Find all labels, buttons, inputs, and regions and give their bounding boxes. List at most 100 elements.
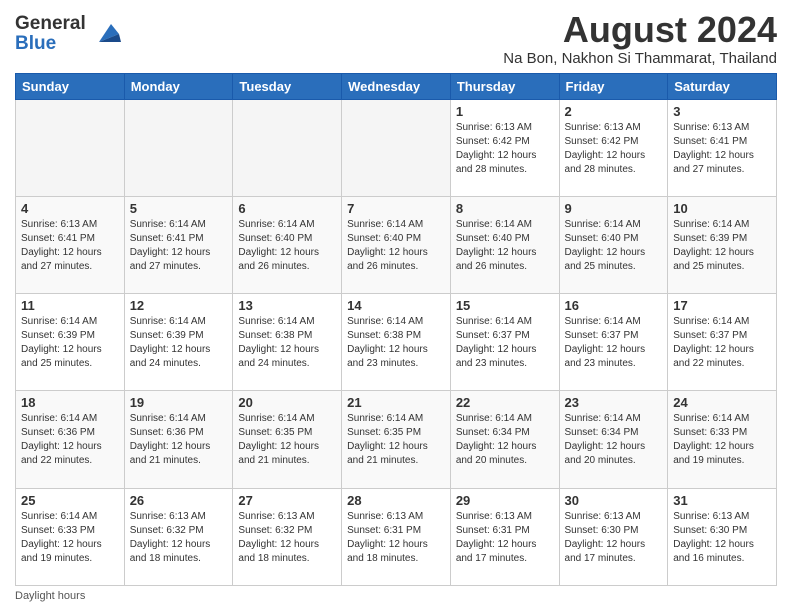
calendar-cell: 29Sunrise: 6:13 AM Sunset: 6:31 PM Dayli… — [450, 488, 559, 585]
day-number: 30 — [565, 493, 663, 508]
calendar-cell: 24 Sunrise: 6:14 AM Sunset: 6:33 PM Dayli… — [668, 391, 777, 488]
logo-blue: Blue — [15, 33, 56, 54]
week-row-1: 1Sunrise: 6:13 AM Sunset: 6:42 PM Daylig… — [16, 99, 777, 196]
calendar-cell: 5 Sunrise: 6:14 AM Sunset: 6:41 PM Daylig… — [124, 196, 233, 293]
header-friday: Friday — [559, 73, 668, 99]
logo: General Blue — [15, 14, 121, 54]
day-number: 5 — [130, 201, 228, 216]
day-number: 31 — [673, 493, 771, 508]
calendar-cell: 6 Sunrise: 6:14 AM Sunset: 6:40 PM Daylig… — [233, 196, 342, 293]
calendar-cell: 11 Sunrise: 6:14 AM Sunset: 6:39 PM Dayli… — [16, 294, 125, 391]
header-thursday: Thursday — [450, 73, 559, 99]
calendar-cell: 16 Sunrise: 6:14 AM Sunset: 6:37 PM Dayli… — [559, 294, 668, 391]
calendar-cell: 19 Sunrise: 6:14 AM Sunset: 6:36 PM Dayli… — [124, 391, 233, 488]
day-info: Sunrise: 6:14 AM Sunset: 6:37 PM Dayligh… — [673, 315, 771, 371]
calendar-cell — [16, 99, 125, 196]
day-number: 2 — [565, 104, 663, 119]
day-number: 8 — [456, 201, 554, 216]
calendar-cell: 27 Sunrise: 6:13 AM Sunset: 6:32 PM Dayli… — [233, 488, 342, 585]
day-number: 10 — [673, 201, 771, 216]
day-number: 16 — [565, 298, 663, 313]
day-number: 21 — [347, 395, 445, 410]
day-info: Sunrise: 6:14 AM Sunset: 6:35 PM Dayligh… — [347, 412, 445, 468]
day-number: 12 — [130, 298, 228, 313]
day-info: Sunrise: 6:14 AM Sunset: 6:38 PM Dayligh… — [347, 315, 445, 371]
footer-note: Daylight hours — [15, 590, 777, 602]
header-monday: Monday — [124, 73, 233, 99]
day-info: Sunrise: 6:13 AM Sunset: 6:42 PM Dayligh… — [565, 121, 663, 177]
day-number: 11 — [21, 298, 119, 313]
day-info: Sunrise: 6:14 AM Sunset: 6:33 PM Dayligh… — [21, 510, 119, 566]
day-number: 26 — [130, 493, 228, 508]
calendar-cell: 4Sunrise: 6:13 AM Sunset: 6:41 PM Daylig… — [16, 196, 125, 293]
calendar-cell: 15 Sunrise: 6:14 AM Sunset: 6:37 PM Dayli… — [450, 294, 559, 391]
day-number: 6 — [238, 201, 336, 216]
calendar-table: SundayMondayTuesdayWednesdayThursdayFrid… — [15, 73, 777, 586]
day-number: 17 — [673, 298, 771, 313]
day-info: Sunrise: 6:14 AM Sunset: 6:40 PM Dayligh… — [347, 218, 445, 274]
calendar-cell: 1Sunrise: 6:13 AM Sunset: 6:42 PM Daylig… — [450, 99, 559, 196]
day-info: Sunrise: 6:14 AM Sunset: 6:33 PM Dayligh… — [673, 412, 771, 468]
header-wednesday: Wednesday — [342, 73, 451, 99]
day-info: Sunrise: 6:13 AM Sunset: 6:32 PM Dayligh… — [238, 510, 336, 566]
day-number: 14 — [347, 298, 445, 313]
calendar-cell: 13 Sunrise: 6:14 AM Sunset: 6:38 PM Dayli… — [233, 294, 342, 391]
calendar-cell: 22 Sunrise: 6:14 AM Sunset: 6:34 PM Dayli… — [450, 391, 559, 488]
month-title: August 2024 — [503, 10, 777, 50]
day-info: Sunrise: 6:13 AM Sunset: 6:41 PM Dayligh… — [673, 121, 771, 177]
calendar-cell: 2 Sunrise: 6:13 AM Sunset: 6:42 PM Daylig… — [559, 99, 668, 196]
day-number: 19 — [130, 395, 228, 410]
day-info: Sunrise: 6:13 AM Sunset: 6:42 PM Dayligh… — [456, 121, 554, 177]
day-info: Sunrise: 6:14 AM Sunset: 6:37 PM Dayligh… — [456, 315, 554, 371]
day-info: Sunrise: 6:14 AM Sunset: 6:38 PM Dayligh… — [238, 315, 336, 371]
calendar-cell — [124, 99, 233, 196]
day-info: Sunrise: 6:14 AM Sunset: 6:36 PM Dayligh… — [130, 412, 228, 468]
day-number: 22 — [456, 395, 554, 410]
calendar-cell: 20 Sunrise: 6:14 AM Sunset: 6:35 PM Dayli… — [233, 391, 342, 488]
day-number: 15 — [456, 298, 554, 313]
day-info: Sunrise: 6:13 AM Sunset: 6:30 PM Dayligh… — [565, 510, 663, 566]
week-row-5: 25Sunrise: 6:14 AM Sunset: 6:33 PM Dayli… — [16, 488, 777, 585]
calendar-cell: 10 Sunrise: 6:14 AM Sunset: 6:39 PM Dayli… — [668, 196, 777, 293]
day-number: 28 — [347, 493, 445, 508]
page: General Blue August 2024 Na Bon, Nakhon … — [0, 0, 792, 612]
day-info: Sunrise: 6:14 AM Sunset: 6:34 PM Dayligh… — [456, 412, 554, 468]
header-sunday: Sunday — [16, 73, 125, 99]
week-row-4: 18 Sunrise: 6:14 AM Sunset: 6:36 PM Dayli… — [16, 391, 777, 488]
day-info: Sunrise: 6:14 AM Sunset: 6:35 PM Dayligh… — [238, 412, 336, 468]
day-info: Sunrise: 6:14 AM Sunset: 6:40 PM Dayligh… — [238, 218, 336, 274]
title-block: August 2024 Na Bon, Nakhon Si Thammarat,… — [503, 10, 777, 67]
day-number: 13 — [238, 298, 336, 313]
calendar-cell: 25Sunrise: 6:14 AM Sunset: 6:33 PM Dayli… — [16, 488, 125, 585]
calendar-header-row: SundayMondayTuesdayWednesdayThursdayFrid… — [16, 73, 777, 99]
day-info: Sunrise: 6:13 AM Sunset: 6:31 PM Dayligh… — [347, 510, 445, 566]
day-info: Sunrise: 6:14 AM Sunset: 6:41 PM Dayligh… — [130, 218, 228, 274]
day-number: 9 — [565, 201, 663, 216]
calendar-cell: 3 Sunrise: 6:13 AM Sunset: 6:41 PM Daylig… — [668, 99, 777, 196]
day-info: Sunrise: 6:13 AM Sunset: 6:31 PM Dayligh… — [456, 510, 554, 566]
day-info: Sunrise: 6:14 AM Sunset: 6:39 PM Dayligh… — [673, 218, 771, 274]
calendar-cell: 21 Sunrise: 6:14 AM Sunset: 6:35 PM Dayli… — [342, 391, 451, 488]
day-info: Sunrise: 6:14 AM Sunset: 6:40 PM Dayligh… — [456, 218, 554, 274]
calendar-cell: 12 Sunrise: 6:14 AM Sunset: 6:39 PM Dayli… — [124, 294, 233, 391]
calendar-cell: 30 Sunrise: 6:13 AM Sunset: 6:30 PM Dayli… — [559, 488, 668, 585]
day-number: 3 — [673, 104, 771, 119]
day-info: Sunrise: 6:14 AM Sunset: 6:37 PM Dayligh… — [565, 315, 663, 371]
day-number: 18 — [21, 395, 119, 410]
calendar-cell: 7Sunrise: 6:14 AM Sunset: 6:40 PM Daylig… — [342, 196, 451, 293]
day-info: Sunrise: 6:14 AM Sunset: 6:39 PM Dayligh… — [130, 315, 228, 371]
calendar-cell: 31 Sunrise: 6:13 AM Sunset: 6:30 PM Dayli… — [668, 488, 777, 585]
day-info: Sunrise: 6:14 AM Sunset: 6:39 PM Dayligh… — [21, 315, 119, 371]
logo-icon — [89, 14, 121, 46]
day-number: 20 — [238, 395, 336, 410]
calendar-cell: 9Sunrise: 6:14 AM Sunset: 6:40 PM Daylig… — [559, 196, 668, 293]
calendar-cell: 17 Sunrise: 6:14 AM Sunset: 6:37 PM Dayli… — [668, 294, 777, 391]
day-info: Sunrise: 6:13 AM Sunset: 6:32 PM Dayligh… — [130, 510, 228, 566]
day-number: 24 — [673, 395, 771, 410]
day-info: Sunrise: 6:13 AM Sunset: 6:30 PM Dayligh… — [673, 510, 771, 566]
calendar-cell — [342, 99, 451, 196]
calendar-cell: 26 Sunrise: 6:13 AM Sunset: 6:32 PM Dayli… — [124, 488, 233, 585]
day-info: Sunrise: 6:14 AM Sunset: 6:36 PM Dayligh… — [21, 412, 119, 468]
header: General Blue August 2024 Na Bon, Nakhon … — [15, 10, 777, 67]
day-number: 27 — [238, 493, 336, 508]
